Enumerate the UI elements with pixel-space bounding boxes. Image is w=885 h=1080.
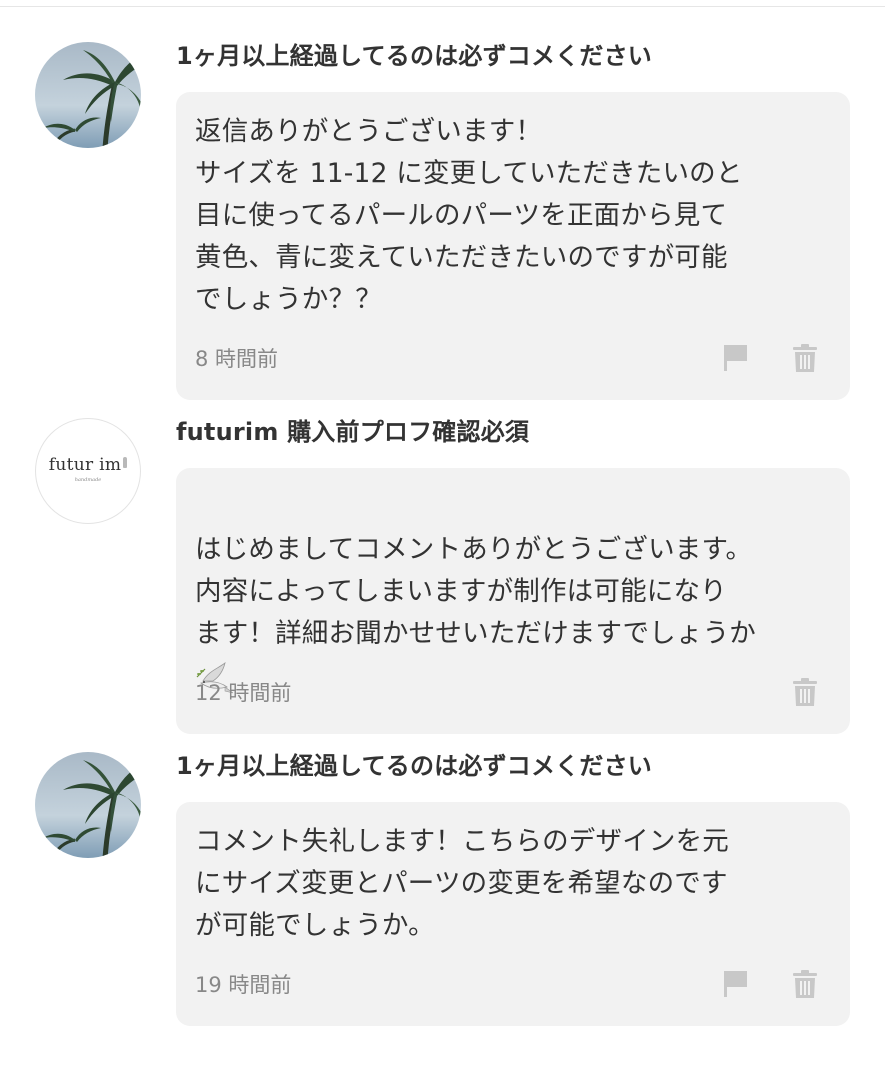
trash-icon[interactable] (790, 676, 820, 708)
palm-tree-avatar-image (35, 42, 141, 148)
comment-body: コメント失礼します！こちらのデザインを元 にサイズ変更とパーツの変更を希望なので… (195, 826, 729, 941)
avatar[interactable] (35, 752, 141, 858)
comment-username[interactable]: futurim 購入前プロフ確認必須 (176, 412, 529, 447)
comment-bubble: はじめましてコメントありがとうございます。 内容によってしまいますが制作は可能に… (176, 468, 850, 734)
avatar[interactable]: futur im handmade (35, 418, 141, 524)
comment-username[interactable]: 1ヶ月以上経過してるのは必ずコメください (176, 746, 652, 781)
flag-icon[interactable] (721, 342, 751, 374)
trash-icon[interactable] (790, 342, 820, 374)
flag-icon[interactable] (721, 968, 751, 1000)
comment-timestamp: 8 時間前 (195, 347, 279, 371)
comment-body: 返信ありがとうございます！ サイズを 11-12 に変更していただきたいのと 目… (195, 116, 743, 315)
comment-bubble: 返信ありがとうございます！ サイズを 11-12 に変更していただきたいのと 目… (176, 92, 850, 400)
top-divider (0, 6, 885, 7)
comment-bubble: コメント失礼します！こちらのデザインを元 にサイズ変更とパーツの変更を希望なので… (176, 802, 850, 1026)
pin-icon (123, 457, 128, 468)
comment-timestamp: 19 時間前 (195, 973, 292, 997)
shop-logo-subtitle: handmade (74, 477, 102, 483)
trash-icon[interactable] (790, 968, 820, 1000)
comment-body-text: はじめましてコメントありがとうございます。 内容によってしまいますが制作は可能に… (195, 534, 756, 649)
shop-logo-text: futur im (48, 455, 122, 475)
shop-logo: futur im (36, 455, 140, 475)
palm-tree-avatar-image (35, 752, 141, 858)
avatar[interactable] (35, 42, 141, 148)
comment-timestamp: 12 時間前 (195, 681, 292, 705)
comment-username[interactable]: 1ヶ月以上経過してるのは必ずコメください (176, 36, 652, 71)
